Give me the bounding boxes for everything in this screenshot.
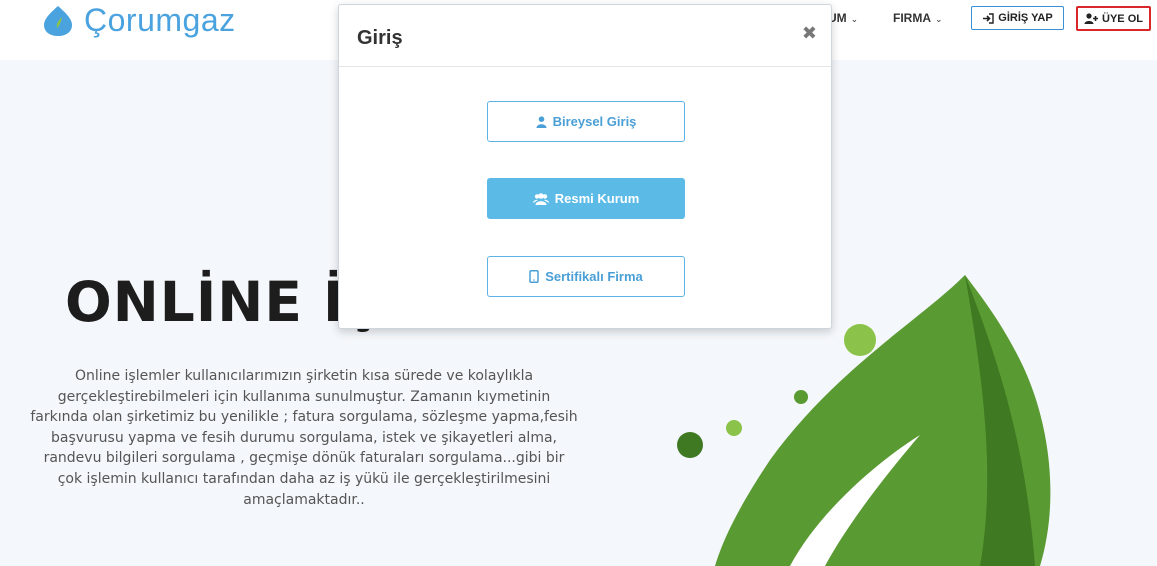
certified-company-label: Sertifikalı Firma — [545, 269, 643, 284]
user-icon — [536, 115, 547, 128]
hero-description: Online işlemler kullanıcılarımızın şirke… — [30, 368, 578, 508]
login-button[interactable]: GİRİŞ YAP — [971, 6, 1064, 30]
logo[interactable]: Çorumgaz — [38, 0, 236, 40]
nav-item-firma[interactable]: FIRMA ⌄ — [893, 11, 943, 25]
official-institution-button[interactable]: Resmi Kurum — [487, 178, 685, 219]
sign-in-icon — [983, 12, 994, 24]
tablet-icon — [529, 270, 539, 283]
login-button-label: GİRİŞ YAP — [998, 12, 1053, 24]
logo-text: Çorumgaz — [84, 1, 236, 38]
register-button[interactable]: ÜYE OL — [1076, 6, 1151, 31]
user-plus-icon — [1084, 13, 1099, 24]
users-icon — [532, 192, 549, 205]
close-icon[interactable]: ✖ — [802, 23, 817, 44]
modal-header: Giriş ✖ — [339, 5, 831, 67]
chevron-down-icon: ⌄ — [935, 14, 943, 24]
nav-item-um[interactable]: UM ⌄ — [828, 11, 858, 25]
nav-item-label: FIRMA — [893, 11, 931, 25]
official-institution-label: Resmi Kurum — [554, 191, 640, 206]
individual-login-label: Bireysel Giriş — [552, 114, 637, 129]
register-button-label: ÜYE OL — [1102, 12, 1143, 25]
login-modal: Giriş ✖ Bireysel Giriş Resmi Kurum Serti… — [338, 4, 832, 329]
logo-drop-icon — [44, 6, 72, 36]
certified-company-button[interactable]: Sertifikalı Firma — [487, 256, 685, 297]
individual-login-button[interactable]: Bireysel Giriş — [487, 101, 685, 142]
chevron-down-icon: ⌄ — [850, 14, 859, 24]
modal-title: Giriş — [357, 27, 403, 49]
